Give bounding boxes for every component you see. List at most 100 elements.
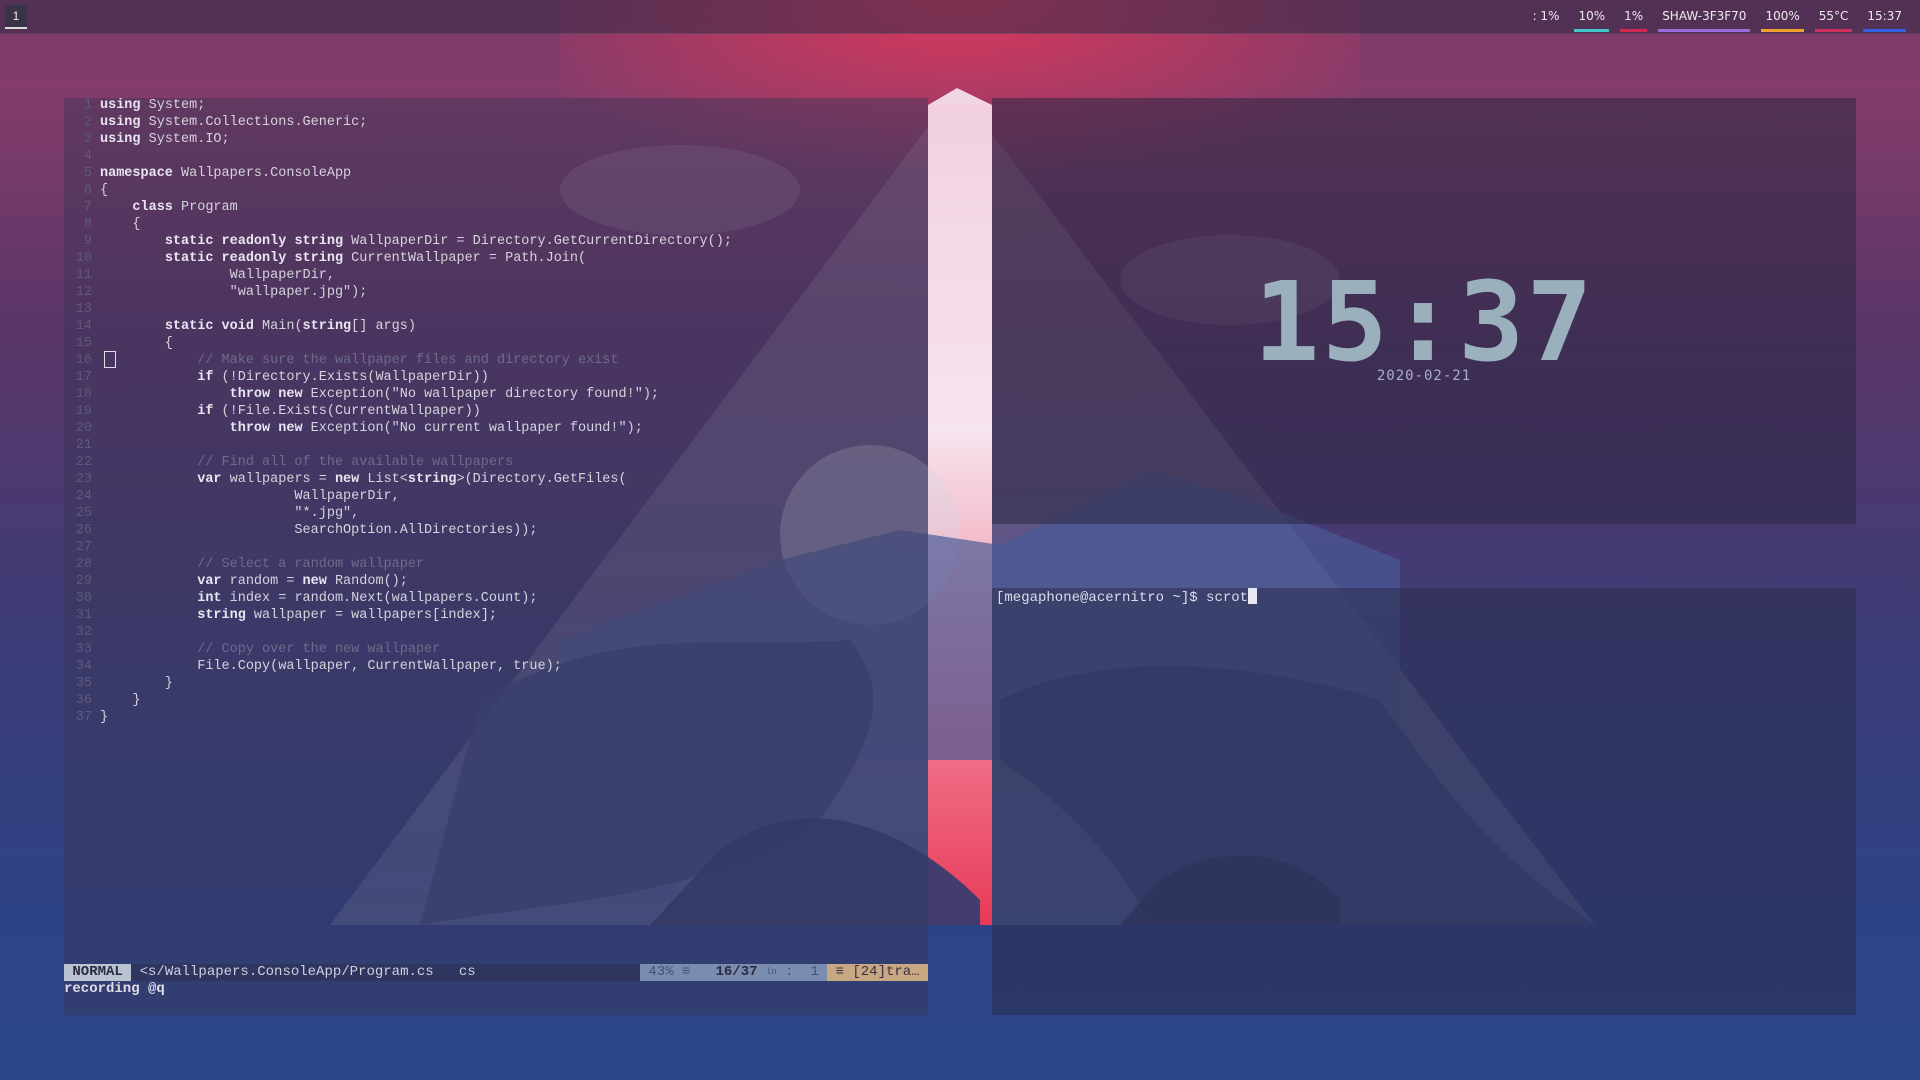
code-line: 8 { (64, 217, 928, 234)
code-line: 18 throw new Exception("No wallpaper dir… (64, 387, 928, 404)
line-text: // Find all of the available wallpapers (100, 455, 514, 470)
line-number: 33 (75, 642, 92, 657)
code-line: 36 } (64, 693, 928, 710)
line-text: { (100, 183, 109, 198)
code-line: 5 namespace Wallpapers.ConsoleApp (64, 166, 928, 183)
line-text (98, 625, 100, 642)
empty-line (64, 778, 928, 795)
line-text: static readonly string WallpaperDir = Di… (164, 234, 732, 249)
line-number: 10 (75, 251, 92, 266)
line-text: static void Main(string[] args) (164, 319, 416, 334)
line-text: "wallpaper.jpg"); (100, 285, 368, 300)
code-line: 28 // Select a random wallpaper (64, 557, 928, 574)
clock-widget-window: 15:37 2020-02-21 (992, 98, 1856, 524)
line-number: 27 (75, 540, 92, 555)
code-buffer[interactable]: 1 using System; 2 using System.Collections.… (64, 98, 928, 931)
code-line: 20 throw new Exception("No current wallp… (64, 421, 928, 438)
status-module-memory: 10% (1574, 0, 1610, 32)
line-text: } (100, 693, 141, 708)
line-number: 30 (75, 591, 92, 606)
line-number: 24 (75, 489, 92, 504)
code-line: 15 { (64, 336, 928, 353)
command-line: recording @q (64, 981, 165, 997)
prompt-text: [megaphone@acernitro ~]$ (996, 590, 1207, 606)
line-text: class Program (132, 200, 238, 215)
code-line: 17 if (!Directory.Exists(WallpaperDir)) (64, 370, 928, 387)
line-number: 9 (83, 234, 92, 249)
code-line: 33 // Copy over the new wallpaper (64, 642, 928, 659)
line-text (98, 438, 100, 455)
status-module-network: SHAW-3F3F70 (1658, 0, 1751, 32)
scroll-percent: 43% ≡ (639, 964, 699, 981)
code-line: 22 // Find all of the available wallpape… (64, 455, 928, 472)
line-text: int index = random.Next(wallpapers.Count… (197, 591, 538, 606)
line-number: 2 (83, 115, 92, 130)
status-module-cpu: : 1% (1532, 9, 1560, 23)
code-line: 31 string wallpaper = wallpapers[index]; (64, 608, 928, 625)
column-position: : 1 (776, 964, 828, 981)
line-number: 20 (75, 421, 92, 436)
file-path: <s/Wallpapers.ConsoleApp/Program.cs (131, 964, 443, 981)
empty-line (64, 880, 928, 897)
code-line: 9 static readonly string WallpaperDir = … (64, 234, 928, 251)
line-text: // Make sure the wallpaper files and dir… (100, 353, 619, 368)
line-text (98, 302, 100, 319)
line-number: 18 (75, 387, 92, 402)
line-text: SearchOption.AllDirectories)); (100, 523, 538, 538)
code-line: 29 var random = new Random(); (64, 574, 928, 591)
command-text: scrot (1206, 590, 1249, 606)
status-module-temperature: 55°C (1814, 0, 1853, 32)
terminal-window[interactable]: [megaphone@acernitro ~]$ scrot (992, 588, 1856, 1015)
line-text: "*.jpg", (100, 506, 360, 521)
line-number: 35 (75, 676, 92, 691)
statusline-spacer (492, 964, 640, 981)
code-line: 10 static readonly string CurrentWallpap… (64, 251, 928, 268)
code-line: 3 using System.IO; (64, 132, 928, 149)
code-line: 27 (64, 540, 928, 557)
line-number: 17 (75, 370, 92, 385)
code-line: 7 class Program (64, 200, 928, 217)
line-number: 13 (75, 302, 92, 317)
code-line: 35 } (64, 676, 928, 693)
vim-editor-window[interactable]: 1 using System; 2 using System.Collections.… (64, 98, 928, 1015)
status-module-swap: 1% (1620, 0, 1648, 32)
line-text: throw new Exception("No wallpaper direct… (229, 387, 660, 402)
line-text: // Copy over the new wallpaper (100, 642, 441, 657)
line-number: 4 (83, 149, 92, 164)
line-number: 19 (75, 404, 92, 419)
terminal-prompt-line[interactable]: [megaphone@acernitro ~]$ scrot (996, 588, 1258, 607)
line-text: WallpaperDir, (100, 489, 400, 504)
line-number: 34 (75, 659, 92, 674)
terminal-cursor (1248, 588, 1258, 604)
line-text: string wallpaper = wallpapers[index]; (197, 608, 497, 623)
line-number: 3 (83, 132, 92, 147)
code-line: 14 static void Main(string[] args) (64, 319, 928, 336)
line-number: 11 (75, 268, 92, 283)
line-text: if (!Directory.Exists(WallpaperDir)) (197, 370, 489, 385)
workspace-indicator[interactable]: 1 (5, 5, 27, 29)
line-number: 5 (83, 166, 92, 181)
line-text: var random = new Random(); (197, 574, 408, 589)
line-text: { (100, 217, 141, 232)
code-line: 26 SearchOption.AllDirectories)); (64, 523, 928, 540)
code-line: 2 using System.Collections.Generic; (64, 115, 928, 132)
empty-line (64, 727, 928, 744)
line-text: using System; (100, 98, 206, 113)
line-text: using System.Collections.Generic; (100, 115, 368, 130)
code-line: 4 (64, 149, 928, 166)
line-text: using System.IO; (100, 132, 230, 147)
line-number: 36 (75, 693, 92, 708)
code-line: 12 "wallpaper.jpg"); (64, 285, 928, 302)
line-number: 7 (83, 200, 92, 215)
line-text: } (100, 676, 173, 691)
line-text: if (!File.Exists(CurrentWallpaper)) (197, 404, 481, 419)
empty-line (64, 846, 928, 863)
empty-line (64, 829, 928, 846)
line-number: 29 (75, 574, 92, 589)
line-text: // Select a random wallpaper (100, 557, 425, 572)
line-number: 14 (75, 319, 92, 334)
status-modules: : 1% 10% 1% SHAW-3F3F70 100% 55°C 15:37 (1529, 0, 1906, 34)
code-line: 13 (64, 302, 928, 319)
code-line: 24 WallpaperDir, (64, 489, 928, 506)
code-line: 30 int index = random.Next(wallpapers.Co… (64, 591, 928, 608)
